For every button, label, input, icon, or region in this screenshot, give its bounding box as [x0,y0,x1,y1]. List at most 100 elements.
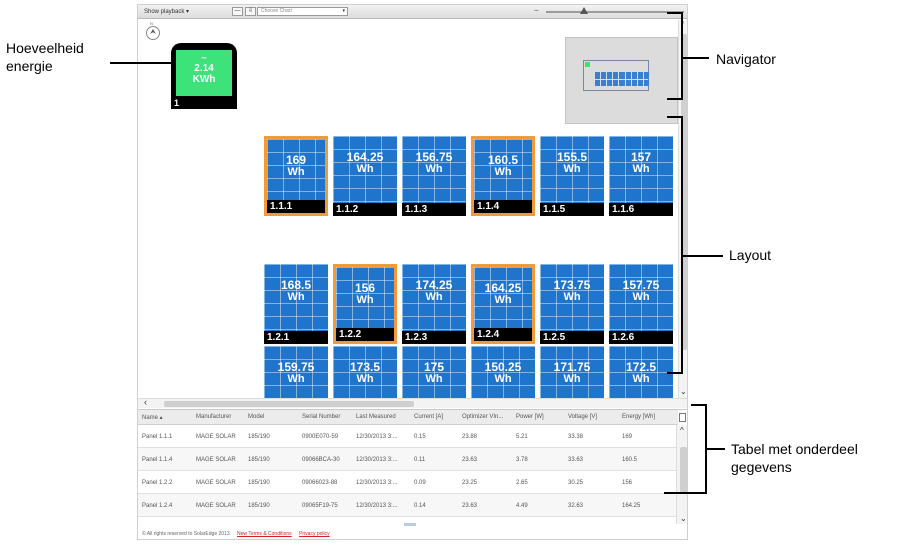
solar-panel[interactable]: 174.25 Wh 1.2.3 [402,264,466,344]
column-header[interactable]: Power [W] [516,414,544,420]
navigator-bracket-bottom [667,98,683,100]
table-cell: MAGE SOLAR [196,434,236,440]
solar-panel[interactable]: 169 Wh 1.1.1 [264,136,328,216]
panel-energy-unit: Wh [632,291,650,303]
column-header[interactable]: Manufacturer [196,414,231,420]
chevron-down-icon[interactable]: ⌄ [680,387,687,396]
solar-panel[interactable]: 173.75 Wh 1.2.5 [540,264,604,344]
column-header[interactable]: Energy [Wh] [622,414,655,420]
privacy-link[interactable]: Privacy policy [299,531,330,537]
navigator-bracket [681,12,683,100]
column-header[interactable]: Voltage [V] [568,414,597,420]
energy-meter-display: ~ 2.14 KWh [176,50,232,96]
table-cell: 33.63 [568,457,584,463]
table-cell: 185/190 [248,480,270,486]
solar-panel[interactable]: 156.75 Wh 1.1.3 [402,136,466,216]
solar-panel[interactable]: 172.5 Wh [609,346,673,398]
panel-id-label: 1.2.2 [336,328,394,341]
solar-panel[interactable]: 159.75 Wh [264,346,328,398]
collapse-button[interactable]: — [232,7,243,16]
compass-icon[interactable]: ⮝ [146,26,160,40]
layout-pointer-line [683,255,723,257]
solar-panel[interactable]: 168.5 Wh 1.2.1 [264,264,328,344]
panel-energy-unit: Wh [356,294,374,306]
table-vertical-scrollbar[interactable]: ^ ⌄ [676,425,687,524]
solar-panel[interactable]: 164.25 Wh 1.2.4 [471,264,535,344]
table-cell: 0.11 [414,457,426,463]
column-header[interactable]: Current [A] [414,414,443,420]
table-cell: 12/30/2013 3:... [356,503,398,509]
column-header[interactable]: Model [248,414,264,420]
chevron-left-icon[interactable]: ‹ [144,397,147,407]
column-header[interactable]: Last Measured [356,414,396,420]
solar-panel[interactable]: 171.75 Wh [540,346,604,398]
solar-panel[interactable]: 160.5 Wh 1.1.4 [471,136,535,216]
table-cell: 185/190 [248,457,270,463]
chevron-down-icon: ▾ [342,8,345,14]
solar-panel[interactable]: 156 Wh 1.2.2 [333,264,397,344]
table-cell: 12/30/2013 3:... [356,457,398,463]
solar-panel[interactable]: 157.75 Wh 1.2.6 [609,264,673,344]
panel-energy-unit: Wh [494,294,512,306]
zoom-slider-thumb[interactable] [580,7,588,14]
panel-energy-unit: Wh [287,291,305,303]
panel-energy-value: 169 [285,153,307,167]
zoom-out-icon[interactable]: − [534,6,539,15]
table-cell: 0.14 [414,503,426,509]
table-cell: 23.63 [462,457,478,463]
scrollbar-thumb[interactable] [680,447,687,493]
layout-annotation: Layout [729,247,772,263]
solar-panel[interactable]: 175 Wh [402,346,466,398]
energy-meter[interactable]: ~ 2.14 KWh 1 [171,43,237,109]
column-header[interactable]: Optimizer VIn... [462,414,503,420]
panel-energy-value: 160.5 [487,153,519,167]
solar-panel[interactable]: 155.5 Wh 1.1.5 [540,136,604,216]
chevron-up-icon[interactable]: ^ [680,426,684,435]
panel-energy-value: 164.25 [346,150,384,164]
panel-energy-value: 172.5 [625,360,657,374]
component-table: Name ▴ Manufacturer Model Serial Number Last… [138,409,687,526]
terms-link[interactable]: New Terms & Conditions [237,531,292,537]
solar-panel[interactable]: 150.25 Wh [471,346,535,398]
column-header[interactable]: Serial Number [302,414,340,420]
solar-panel[interactable]: 173.5 Wh [333,346,397,398]
energy-annotation-line1: Hoeveelheid [6,40,84,56]
layout-bracket-top [667,116,683,118]
panel-id-label: 1.1.2 [333,203,397,216]
chevron-down-icon[interactable]: ⌄ [680,514,687,523]
table-row[interactable]: Panel 1.2.2 MAGE SOLAR 185/190 09066023-88 1… [138,471,676,494]
download-button[interactable]: ⇩ [245,7,256,16]
solar-panel[interactable]: 164.25 Wh 1.1.2 [333,136,397,216]
layout-vertical-scrollbar[interactable]: ^ ⌄ [678,20,687,398]
solar-panel[interactable]: 157 Wh 1.1.6 [609,136,673,216]
copy-icon[interactable] [679,413,686,422]
panel-id-label: 1.2.1 [264,331,328,344]
show-playback-toggle[interactable]: Show playback ▾ [144,8,189,15]
table-row[interactable]: Panel 1.2.4 MAGE SOLAR 185/190 09065F19-75 1… [138,494,676,517]
table-cell: 32.63 [568,503,584,509]
zoom-slider[interactable] [546,11,684,13]
table-cell: Panel 1.2.2 [142,480,173,486]
column-header[interactable]: Name ▴ [142,414,163,421]
panel-energy-value: 174.25 [415,278,453,292]
layout-canvas[interactable]: N ⮝ ~ 2.14 KWh 1 169 Wh 1.1.1 164.25 Wh 1.1.2… [138,20,678,398]
table-cell: 5.21 [516,434,528,440]
panel-energy-value: 173.5 [349,360,381,374]
panel-id-label: 1.2.4 [474,328,532,341]
scrollbar-thumb[interactable] [164,401,414,407]
panel-energy-unit: Wh [356,163,374,175]
navigator-minimap[interactable] [565,37,678,124]
panel-energy-unit: Wh [425,373,443,385]
chart-select[interactable]: Choose Chart ▾ [257,7,348,16]
layout-horizontal-scrollbar[interactable]: ‹ [138,397,687,408]
layout-bracket-bottom [667,372,683,374]
panel-energy-unit: Wh [356,373,374,385]
table-cell: MAGE SOLAR [196,457,236,463]
panel-energy-value: 175 [423,360,445,374]
panel-energy-unit: Wh [287,166,305,178]
panel-energy-value: 159.75 [277,360,315,374]
table-cell: 185/190 [248,434,270,440]
panel-energy-unit: Wh [563,163,581,175]
table-row[interactable]: Panel 1.1.1 MAGE SOLAR 185/190 0900E070-59 1… [138,425,676,448]
table-row[interactable]: Panel 1.1.4 MAGE SOLAR 185/190 09066BCA-30 1… [138,448,676,471]
